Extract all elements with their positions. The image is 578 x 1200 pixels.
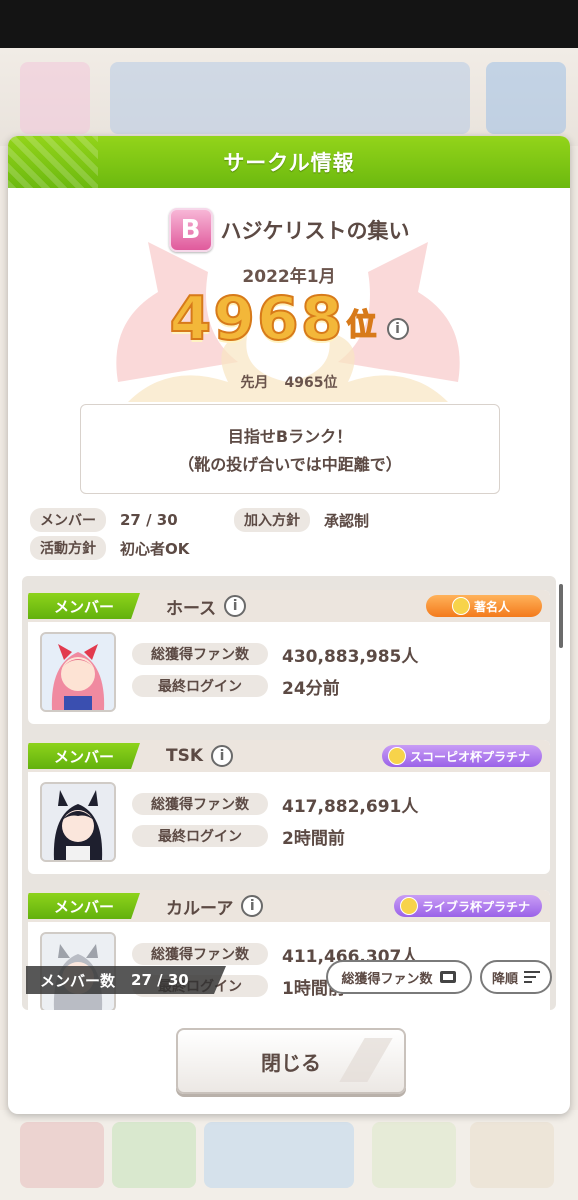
fans-value: 430,883,985人: [282, 646, 419, 667]
background-button: [486, 62, 566, 134]
info-icon[interactable]: i: [241, 895, 264, 917]
member-count-bar: メンバー数 27 / 30: [26, 966, 226, 994]
members-value: 27 / 30: [120, 511, 178, 529]
member-name: TSK: [166, 746, 204, 766]
member-card-header: メンバー カルーア i ライブラ杯プラチナ: [28, 890, 550, 922]
member-role: メンバー: [28, 743, 140, 769]
background-tile: [470, 1122, 554, 1188]
background-tile: [112, 1122, 196, 1188]
join-policy-value: 承認制: [324, 511, 370, 530]
sort-key-label: 総獲得ファン数: [341, 971, 433, 987]
member-list[interactable]: メンバー ホース i 著名人 総獲得ファン数 430,883,985人 最終ログ…: [22, 576, 556, 1010]
circle-info-dialog: サークル情報 B ハジケリストの集い 2022年1月 4968 位 i 先月 4…: [8, 136, 570, 1114]
info-icon[interactable]: i: [224, 595, 247, 617]
previous-rank-label: 先月: [240, 375, 269, 391]
activity-policy-label: 活動方針: [30, 536, 106, 560]
rank-number: 4968: [169, 284, 345, 354]
member-card-header: メンバー ホース i 著名人: [28, 590, 550, 622]
status-bar: [0, 0, 578, 48]
card-icon: [439, 971, 456, 983]
circle-name: ハジケリストの集い: [220, 219, 410, 243]
member-avatar[interactable]: [40, 632, 116, 712]
last-login-value: 24分前: [282, 678, 340, 699]
background-circle-card: [110, 62, 470, 134]
info-icon[interactable]: i: [211, 745, 234, 767]
dialog-header: サークル情報: [8, 136, 570, 188]
previous-rank-value: 4965位: [284, 375, 338, 391]
circle-message-line: （靴の投げ合いでは中距離で）: [178, 455, 402, 474]
title-badge-icon: [387, 747, 406, 765]
member-card-header: メンバー TSK i スコーピオ杯プラチナ: [28, 740, 550, 772]
title-badge[interactable]: 著名人: [426, 595, 542, 617]
title-badge-label: ライブラ杯プラチナ: [421, 899, 530, 914]
member-stats: 総獲得ファン数 417,882,691人 最終ログイン 2時間前: [132, 788, 418, 852]
list-scrollbar[interactable]: [559, 584, 563, 648]
background-rank-badge: [20, 62, 90, 134]
close-button[interactable]: 閉じる: [176, 1028, 406, 1094]
title-badge[interactable]: ライブラ杯プラチナ: [393, 895, 542, 917]
member-stats: 総獲得ファン数 430,883,985人 最終ログイン 24分前: [132, 638, 418, 702]
title-badge-label: スコーピオ杯プラチナ: [409, 749, 530, 764]
member-role: メンバー: [28, 893, 140, 919]
background-tile: [372, 1122, 456, 1188]
sort-key-button[interactable]: 総獲得ファン数: [326, 960, 472, 994]
circle-message: 目指せBランク！ （靴の投げ合いでは中距離で）: [80, 404, 500, 494]
circle-message-line: 目指せBランク！: [227, 427, 353, 446]
join-policy-meta: 加入方針 承認制: [234, 508, 369, 532]
circle-name-row: B ハジケリストの集い: [8, 208, 570, 252]
rank-row: 4968 位 i: [8, 284, 570, 354]
last-login-label: 最終ログイン: [132, 675, 268, 697]
rank-b-badge: B: [168, 208, 213, 252]
last-login-label: 最終ログイン: [132, 825, 268, 847]
close-button-label: 閉じる: [261, 1050, 321, 1075]
background-tile: [20, 1122, 104, 1188]
member-card[interactable]: メンバー TSK i スコーピオ杯プラチナ 総獲得ファン数 417,882,69…: [28, 740, 550, 874]
background-tile: [204, 1122, 354, 1188]
activity-policy-meta: 活動方針 初心者OK: [30, 536, 189, 560]
member-role: メンバー: [28, 593, 140, 619]
member-name: カルーア: [166, 898, 234, 919]
join-policy-label: 加入方針: [234, 508, 310, 532]
rank-suffix: 位: [346, 307, 378, 344]
sort-order-label: 降順: [491, 971, 518, 987]
title-badge[interactable]: スコーピオ杯プラチナ: [381, 745, 542, 767]
fans-value: 417,882,691人: [282, 796, 419, 817]
members-label: メンバー: [30, 508, 106, 532]
member-name: ホース: [166, 598, 217, 619]
members-meta: メンバー 27 / 30: [30, 508, 178, 532]
title-badge-label: 著名人: [473, 599, 510, 614]
previous-rank-row: 先月 4965位: [8, 372, 570, 392]
activity-policy-value: 初心者OK: [120, 539, 190, 558]
sort-icon: [524, 971, 540, 983]
last-login-value: 2時間前: [282, 828, 345, 849]
fans-label: 総獲得ファン数: [132, 793, 268, 815]
fans-label: 総獲得ファン数: [132, 943, 268, 965]
info-icon[interactable]: i: [386, 318, 409, 340]
sort-order-button[interactable]: 降順: [480, 960, 552, 994]
title-badge-icon: [399, 897, 418, 915]
fans-label: 総獲得ファン数: [132, 643, 268, 665]
member-card[interactable]: メンバー ホース i 著名人 総獲得ファン数 430,883,985人 最終ログ…: [28, 590, 550, 724]
dialog-title: サークル情報: [223, 151, 355, 175]
title-badge-icon: [451, 597, 470, 615]
member-avatar[interactable]: [40, 782, 116, 862]
member-count-label: メンバー数: [40, 971, 116, 990]
member-count-value: 27 / 30: [131, 971, 189, 989]
